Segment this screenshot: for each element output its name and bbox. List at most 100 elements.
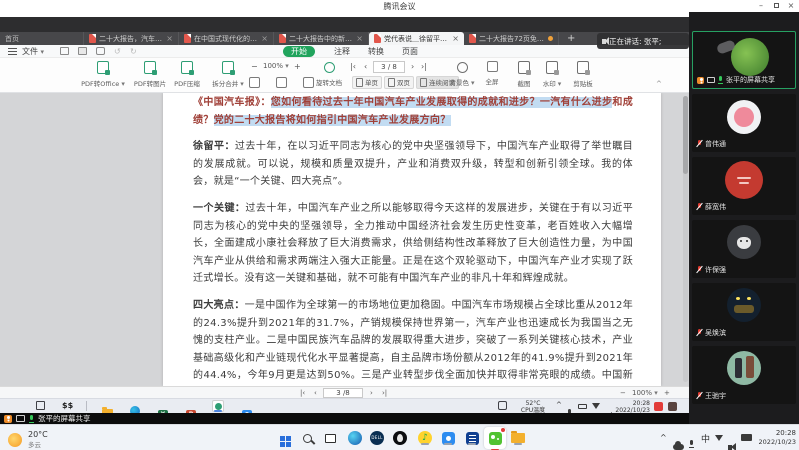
- tab-doc-5[interactable]: 二十大报告72页免费领全...: [464, 32, 559, 45]
- open-folder-icon[interactable]: [60, 47, 69, 57]
- new-tab-button[interactable]: +: [559, 32, 583, 45]
- fit-width-icon[interactable]: [249, 77, 260, 88]
- status-prev-page-button[interactable]: ‹: [314, 389, 317, 398]
- first-page-button[interactable]: |‹: [350, 62, 356, 71]
- clock-widget[interactable]: 20:28 2022/10/23: [754, 429, 796, 447]
- tab-close-icon[interactable]: ×: [261, 34, 268, 43]
- status-zoom-in-button[interactable]: +: [664, 389, 670, 398]
- rotate-document-button[interactable]: 旋转文档: [309, 60, 349, 91]
- tab-close-icon[interactable]: ×: [356, 34, 363, 43]
- save-icon[interactable]: [78, 47, 87, 57]
- tab-close-icon[interactable]: ×: [452, 34, 459, 43]
- clipboard-button[interactable]: 剪贴板: [567, 60, 599, 91]
- close-button[interactable]: ×: [785, 1, 797, 11]
- wechat-button[interactable]: [484, 427, 506, 449]
- ribbon-tab-annotate[interactable]: 注释: [326, 46, 358, 57]
- dell-app-button[interactable]: DELL: [369, 430, 385, 446]
- video-tile-participant[interactable]: 薛宽伟: [692, 157, 796, 215]
- pdf-to-office-button[interactable]: PDF转Office ▾: [80, 60, 126, 91]
- ime-indicator[interactable]: 中: [701, 432, 710, 445]
- notification-badge-icon[interactable]: [654, 402, 663, 411]
- undo-icon[interactable]: ↺: [114, 47, 121, 57]
- prev-page-button[interactable]: ‹: [364, 62, 367, 71]
- volume-icon[interactable]: [728, 435, 732, 450]
- tab-doc-4-active[interactable]: 党代表说＿徐留平：为建... ×: [369, 32, 464, 45]
- split-merge-button[interactable]: 拆分合并 ▾: [205, 60, 251, 91]
- status-first-page-button[interactable]: |‹: [300, 389, 305, 398]
- tab-doc-1[interactable]: 二十大报告，汽车人必读... ×: [84, 32, 179, 45]
- tab-doc-3[interactable]: 二十大报告中的新表述新... ×: [274, 32, 369, 45]
- watermark-button[interactable]: 水印 ▾: [538, 60, 566, 91]
- qq-music-button[interactable]: ♪: [417, 430, 433, 446]
- status-next-page-button[interactable]: ›: [370, 389, 373, 398]
- search-button[interactable]: [299, 430, 315, 446]
- tab-close-icon[interactable]: ×: [166, 34, 173, 43]
- minimize-button[interactable]: –: [755, 1, 767, 11]
- task-view-button[interactable]: [322, 430, 338, 446]
- video-tile-participant[interactable]: 吴焕滨: [692, 283, 796, 341]
- file-explorer-button[interactable]: [510, 430, 526, 446]
- ribbon-tab-start[interactable]: 开始: [283, 46, 315, 57]
- shared-task-view-icon[interactable]: [36, 401, 45, 410]
- document-scrollbar[interactable]: [683, 96, 688, 382]
- double-page-button[interactable]: 双页: [384, 76, 414, 89]
- shared-clock[interactable]: 20:28 2022/10/23: [614, 400, 650, 414]
- redo-icon[interactable]: ↻: [130, 47, 137, 57]
- background-color-button[interactable]: 背景色 ▾: [444, 60, 480, 91]
- tab-doc-2[interactable]: 在中国式现代化的伟大进... ×: [179, 32, 274, 45]
- fullscreen-button[interactable]: 全屏: [478, 60, 506, 91]
- shared-battery-icon[interactable]: [578, 404, 587, 409]
- file-explorer-icon: [511, 433, 525, 443]
- status-last-page-button[interactable]: ›|: [382, 389, 387, 398]
- pdf-page[interactable]: 《中国汽车报》：您如何看待过去十年中国汽车产业发展取得的成就和进步？一汽有什么进…: [163, 93, 661, 386]
- shared-tray-expand-icon[interactable]: ^: [556, 401, 562, 409]
- screenshot-button[interactable]: 截图: [510, 60, 538, 91]
- print-icon[interactable]: [96, 47, 105, 57]
- tab-home[interactable]: 首页: [0, 32, 84, 45]
- mic-tray-icon[interactable]: [689, 433, 694, 450]
- device-tray-icon[interactable]: [741, 434, 752, 441]
- alienware-button[interactable]: [392, 430, 408, 446]
- pdf-to-office-icon: [97, 61, 109, 74]
- tray-badge-icon[interactable]: [668, 402, 677, 411]
- paragraph-2: 一个关键：过去十年，中国汽车产业之所以能够取得今天这样的发展进步，关键在于有以习…: [193, 200, 633, 288]
- zoom-in-button[interactable]: +: [294, 62, 301, 71]
- wps-menu-bar: 文件 ▾ ↺ ↻ 开始 注释 转换 页面: [0, 45, 689, 58]
- shared-wps-icon[interactable]: [212, 400, 224, 412]
- weather-widget[interactable]: 20°C 多云: [8, 430, 48, 449]
- fit-page-icon[interactable]: [276, 77, 287, 88]
- scrollbar-thumb[interactable]: [683, 96, 688, 174]
- next-page-button[interactable]: ›: [411, 62, 414, 71]
- meeting-app-button[interactable]: [440, 430, 456, 446]
- video-tile-screen-share[interactable]: 张平的屏幕共享: [692, 31, 796, 89]
- onedrive-cloud-icon[interactable]: [673, 435, 684, 450]
- file-menu[interactable]: 文件 ▾: [22, 47, 44, 57]
- zoom-out-button[interactable]: −: [251, 62, 258, 71]
- ribbon-tab-convert[interactable]: 转换: [360, 46, 392, 57]
- collapse-ribbon-icon[interactable]: ^: [656, 80, 662, 88]
- tray-app-icon[interactable]: [498, 401, 507, 410]
- last-page-button[interactable]: ›|: [421, 62, 427, 71]
- status-page-input[interactable]: 3 /8: [323, 388, 363, 398]
- main-menu-icon[interactable]: [8, 48, 17, 58]
- start-button[interactable]: [274, 430, 290, 446]
- office-app-button[interactable]: [464, 430, 480, 446]
- edge-button[interactable]: [347, 430, 363, 446]
- shared-taskbar: $$ X P ● 52°C CPU温度 ^ 20:28 2022/10/23: [0, 398, 689, 413]
- cpu-temp-widget[interactable]: 52°C CPU温度: [514, 400, 552, 414]
- shared-network-icon[interactable]: [592, 403, 600, 409]
- video-tile-participant[interactable]: 许保强: [692, 220, 796, 278]
- status-zoom-level[interactable]: 100% ▾: [632, 389, 658, 398]
- video-tile-participant[interactable]: 王驰宇: [692, 346, 796, 404]
- pdf-compress-button[interactable]: PDF压缩: [164, 60, 210, 91]
- page-number-input[interactable]: 3 / 8: [373, 61, 405, 73]
- maximize-button[interactable]: [770, 1, 782, 11]
- wifi-icon[interactable]: [715, 435, 723, 441]
- zoom-level-dropdown[interactable]: 100% ▾: [263, 62, 289, 70]
- ribbon-tab-page[interactable]: 页面: [394, 46, 426, 57]
- tray-expand-icon[interactable]: ^: [660, 433, 667, 442]
- status-zoom-out-button[interactable]: −: [620, 389, 626, 398]
- video-tile-participant[interactable]: 曾伟通: [692, 94, 796, 152]
- single-page-button[interactable]: 单页: [352, 76, 382, 89]
- stock-app-icon[interactable]: $$: [62, 401, 73, 411]
